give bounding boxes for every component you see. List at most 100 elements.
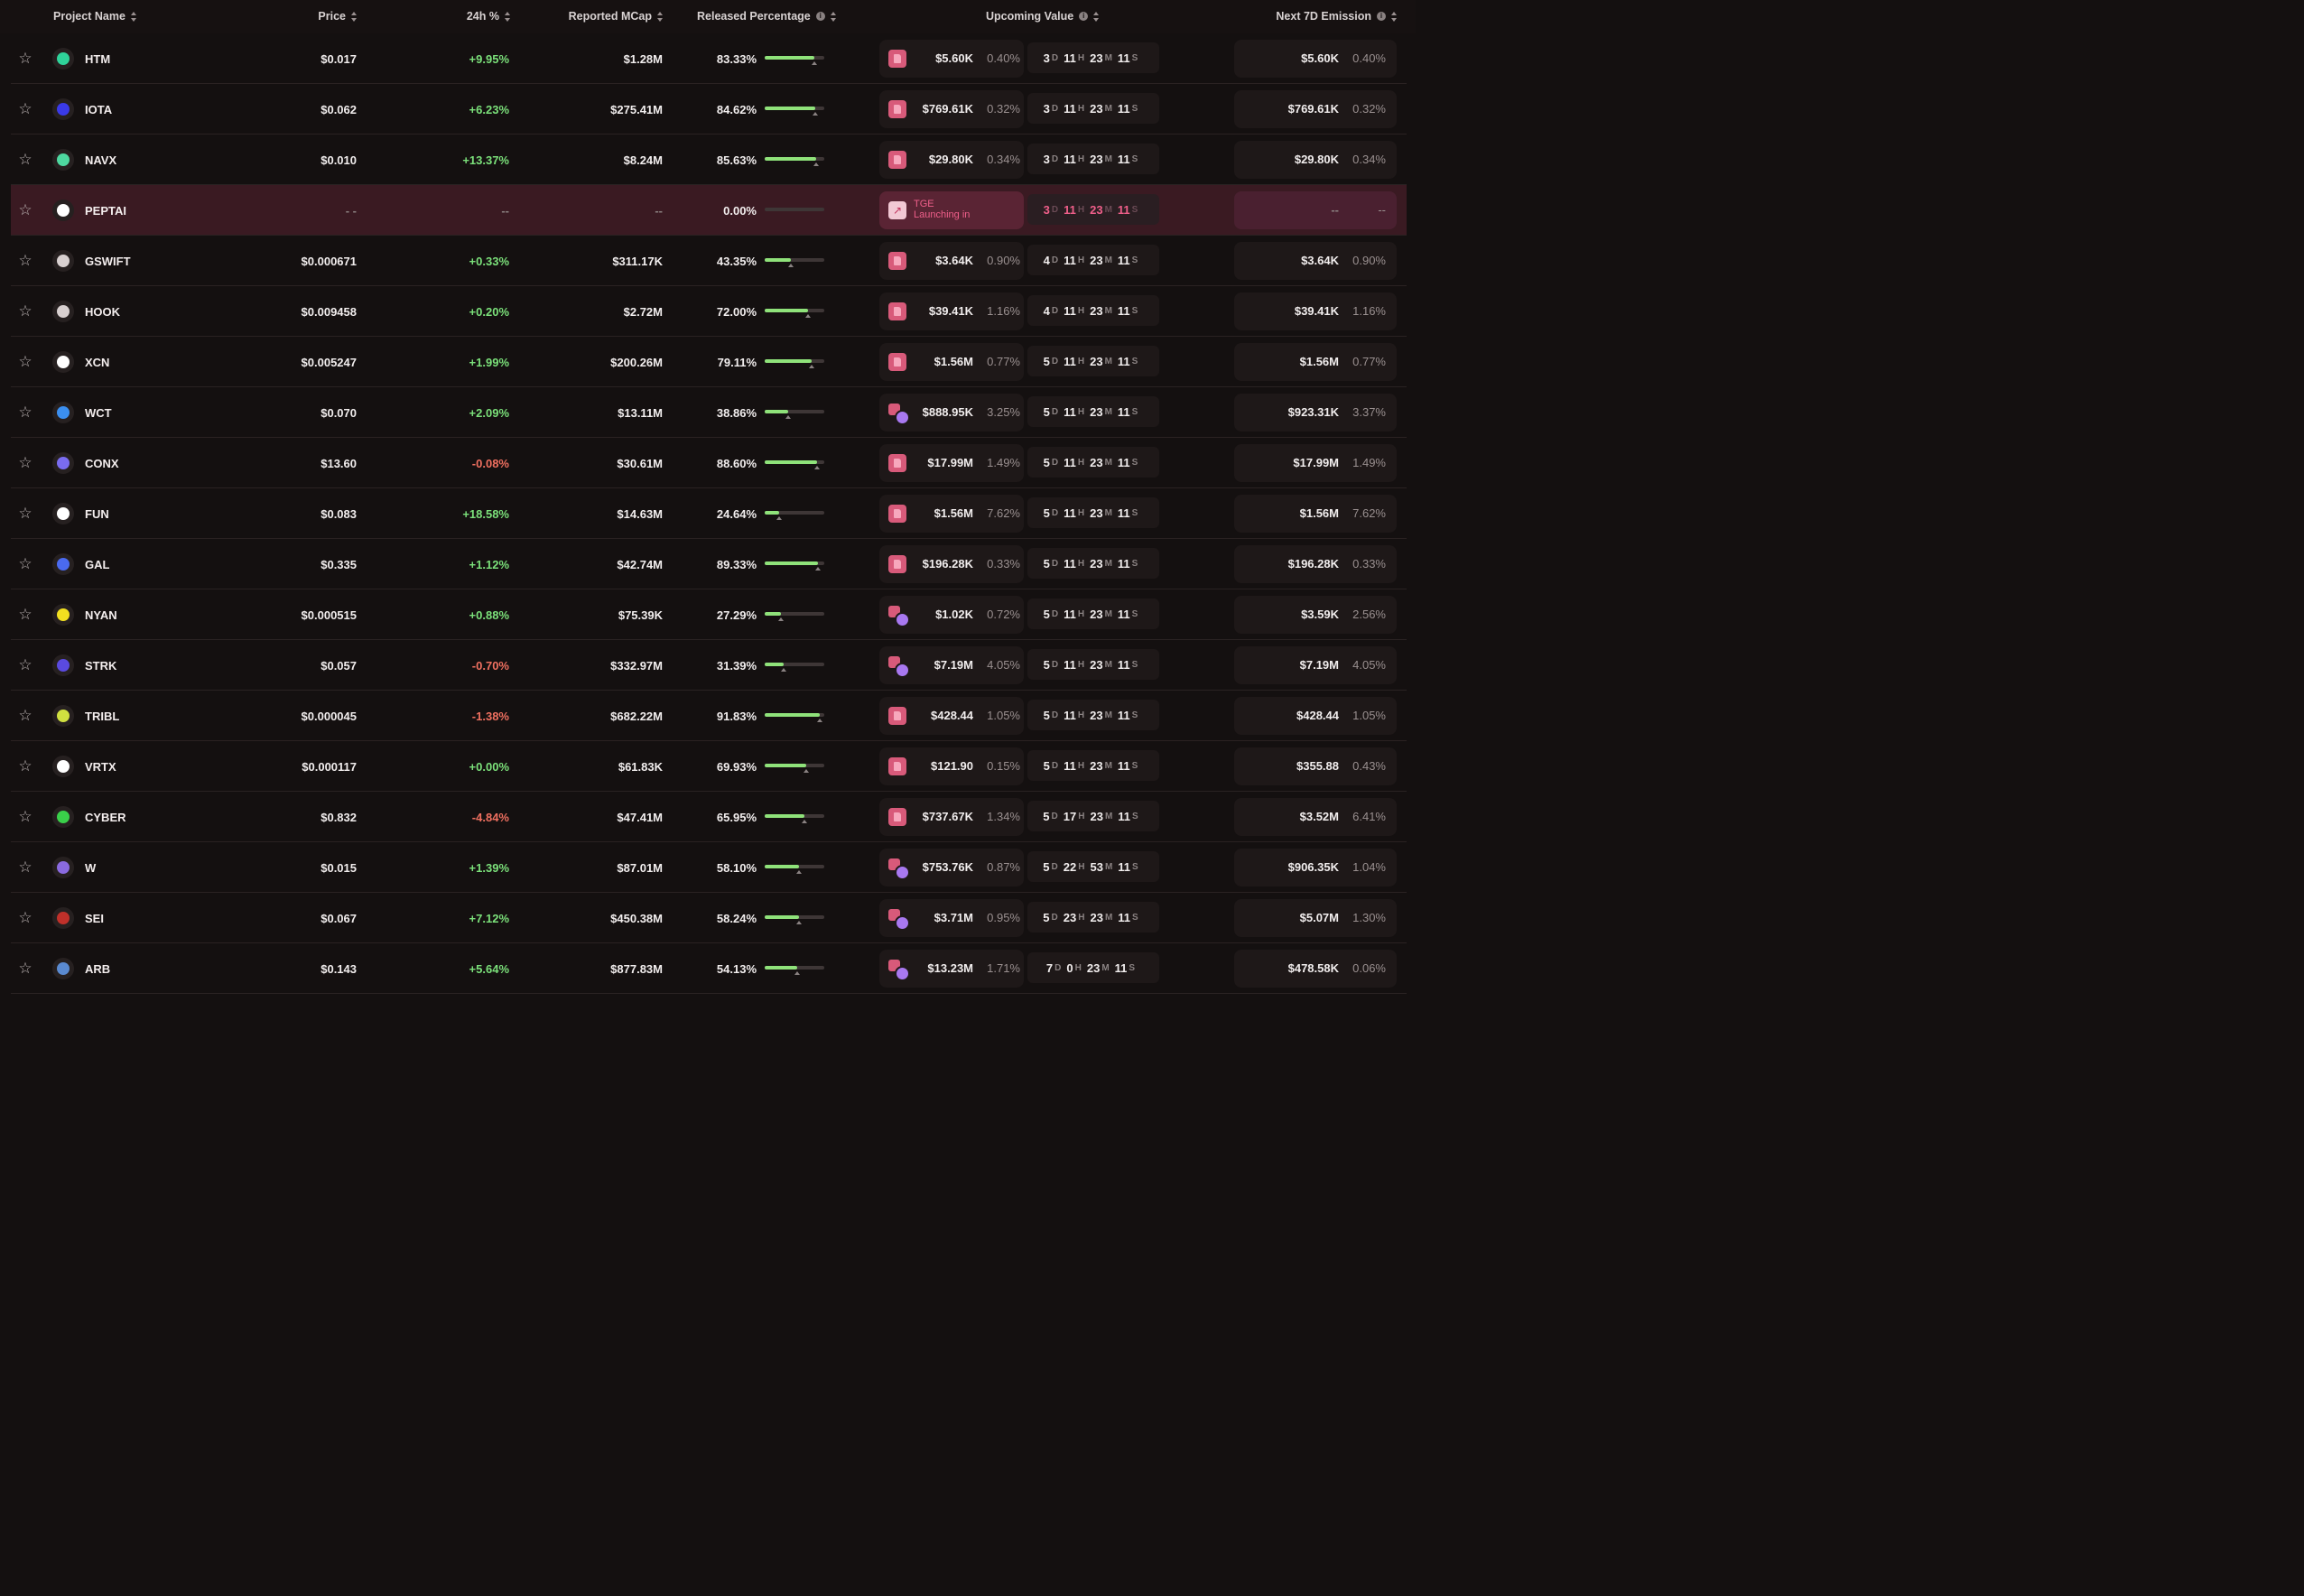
table-row[interactable]: ☆ GSWIFT $0.000671 +0.33% $311.17K 43.35% $3.6… <box>11 236 1407 286</box>
table-row[interactable]: ☆ TRIBL $0.000045 -1.38% $682.22M 91.83% $428.… <box>11 691 1407 741</box>
upcoming-value-box[interactable]: $1.56M 7.62% <box>879 495 1024 533</box>
favorite-star-icon[interactable]: ☆ <box>18 539 33 589</box>
upcoming-value-box[interactable]: $39.41K 1.16% <box>879 292 1024 330</box>
token-symbol[interactable]: HOOK <box>85 286 120 337</box>
sort-icon[interactable] <box>830 11 837 22</box>
next-7d-emission-box[interactable]: $5.60K 0.40% <box>1234 40 1397 78</box>
table-row[interactable]: ☆ CONX $13.60 -0.08% $30.61M 88.60% $17.99M 1.4… <box>11 438 1407 488</box>
favorite-star-icon[interactable]: ☆ <box>18 438 33 488</box>
next-7d-emission-box[interactable]: $428.44 1.05% <box>1234 697 1397 735</box>
upcoming-value-box[interactable]: $1.02K 0.72% <box>879 596 1024 634</box>
table-row[interactable]: ☆ SEI $0.067 +7.12% $450.38M 58.24% $3.71M 0.95… <box>11 893 1407 943</box>
table-row[interactable]: ☆ NAVX $0.010 +13.37% $8.24M 85.63% $29.80K 0.3… <box>11 135 1407 185</box>
upcoming-value-box[interactable]: $17.99M 1.49% <box>879 444 1024 482</box>
upcoming-value-box[interactable]: $753.76K 0.87% <box>879 849 1024 886</box>
token-symbol[interactable]: FUN <box>85 488 109 539</box>
table-row[interactable]: ☆ WCT $0.070 +2.09% $13.11M 38.86% $888.95K 3.2… <box>11 387 1407 438</box>
next-7d-emission-box[interactable]: $906.35K 1.04% <box>1234 849 1397 886</box>
token-symbol[interactable]: TRIBL <box>85 691 119 741</box>
upcoming-value-box[interactable]: $888.95K 3.25% <box>879 394 1024 431</box>
token-symbol[interactable]: ARB <box>85 943 110 994</box>
token-symbol[interactable]: CONX <box>85 438 119 488</box>
upcoming-value-box[interactable]: $5.60K 0.40% <box>879 40 1024 78</box>
favorite-star-icon[interactable]: ☆ <box>18 589 33 640</box>
favorite-star-icon[interactable]: ☆ <box>18 943 33 994</box>
token-symbol[interactable]: NYAN <box>85 589 117 640</box>
favorite-star-icon[interactable]: ☆ <box>18 84 33 135</box>
upcoming-value-box[interactable]: $29.80K 0.34% <box>879 141 1024 179</box>
next-7d-emission-box[interactable]: $196.28K 0.33% <box>1234 545 1397 583</box>
table-row[interactable]: ☆ HOOK $0.009458 +0.20% $2.72M 72.00% $39.41K 1… <box>11 286 1407 337</box>
favorite-star-icon[interactable]: ☆ <box>18 33 33 84</box>
next-7d-emission-box[interactable]: $3.64K 0.90% <box>1234 242 1397 280</box>
token-symbol[interactable]: W <box>85 842 96 893</box>
next-7d-emission-box[interactable]: $769.61K 0.32% <box>1234 90 1397 128</box>
favorite-star-icon[interactable]: ☆ <box>18 236 33 286</box>
favorite-star-icon[interactable]: ☆ <box>18 691 33 741</box>
upcoming-value-box[interactable]: $737.67K 1.34% <box>879 798 1024 836</box>
favorite-star-icon[interactable]: ☆ <box>18 286 33 337</box>
sort-icon[interactable] <box>657 11 664 22</box>
token-symbol[interactable]: STRK <box>85 640 116 691</box>
sort-icon[interactable] <box>1391 11 1398 22</box>
table-row[interactable]: ☆ PEPTAI - - -- -- 0.00% ↗ TGE Launching in 3 D 11 H… <box>11 185 1407 236</box>
token-symbol[interactable]: HTM <box>85 33 110 84</box>
col-next-7d-emission[interactable]: Next 7D Emission i <box>1246 10 1398 23</box>
col-24h-change[interactable]: 24h % <box>415 10 511 23</box>
upcoming-value-box[interactable]: ↗ TGE Launching in <box>879 191 1024 229</box>
next-7d-emission-box[interactable]: $17.99M 1.49% <box>1234 444 1397 482</box>
col-price[interactable]: Price <box>271 10 358 23</box>
sort-icon[interactable] <box>1093 11 1100 22</box>
token-symbol[interactable]: GAL <box>85 539 109 589</box>
favorite-star-icon[interactable]: ☆ <box>18 741 33 792</box>
favorite-star-icon[interactable]: ☆ <box>18 387 33 438</box>
next-7d-emission-box[interactable]: $3.59K 2.56% <box>1234 596 1397 634</box>
next-7d-emission-box[interactable]: $355.88 0.43% <box>1234 747 1397 785</box>
upcoming-value-box[interactable]: $428.44 1.05% <box>879 697 1024 735</box>
token-symbol[interactable]: NAVX <box>85 135 116 185</box>
table-row[interactable]: ☆ VRTX $0.000117 +0.00% $61.83K 69.93% $121.90… <box>11 741 1407 792</box>
upcoming-value-box[interactable]: $13.23M 1.71% <box>879 950 1024 988</box>
info-icon[interactable]: i <box>815 12 825 21</box>
table-row[interactable]: ☆ ARB $0.143 +5.64% $877.83M 54.13% $13.23M 1.7… <box>11 943 1407 994</box>
upcoming-value-box[interactable]: $3.71M 0.95% <box>879 899 1024 937</box>
table-row[interactable]: ☆ W $0.015 +1.39% $87.01M 58.10% $753.76K 0.87%… <box>11 842 1407 893</box>
favorite-star-icon[interactable]: ☆ <box>18 640 33 691</box>
info-icon[interactable]: i <box>1377 12 1386 21</box>
sort-icon[interactable] <box>505 11 511 22</box>
token-symbol[interactable]: CYBER <box>85 792 126 842</box>
token-symbol[interactable]: IOTA <box>85 84 112 135</box>
table-row[interactable]: ☆ IOTA $0.062 +6.23% $275.41M 84.62% $769.61K 0… <box>11 84 1407 135</box>
upcoming-value-box[interactable]: $3.64K 0.90% <box>879 242 1024 280</box>
token-symbol[interactable]: WCT <box>85 387 112 438</box>
table-row[interactable]: ☆ STRK $0.057 -0.70% $332.97M 31.39% $7.19M 4.0… <box>11 640 1407 691</box>
favorite-star-icon[interactable]: ☆ <box>18 185 33 236</box>
next-7d-emission-box[interactable]: $39.41K 1.16% <box>1234 292 1397 330</box>
favorite-star-icon[interactable]: ☆ <box>18 842 33 893</box>
table-row[interactable]: ☆ HTM $0.017 +9.95% $1.28M 83.33% $5.60K 0.40% 3… <box>11 33 1407 84</box>
upcoming-value-box[interactable]: $121.90 0.15% <box>879 747 1024 785</box>
upcoming-value-box[interactable]: $196.28K 0.33% <box>879 545 1024 583</box>
upcoming-value-box[interactable]: $769.61K 0.32% <box>879 90 1024 128</box>
token-symbol[interactable]: VRTX <box>85 741 116 792</box>
next-7d-emission-box[interactable]: $478.58K 0.06% <box>1234 950 1397 988</box>
table-row[interactable]: ☆ NYAN $0.000515 +0.88% $75.39K 27.29% $1.02K 0… <box>11 589 1407 640</box>
favorite-star-icon[interactable]: ☆ <box>18 337 33 387</box>
token-symbol[interactable]: GSWIFT <box>85 236 131 286</box>
col-upcoming-value[interactable]: Upcoming Value i <box>986 10 1100 23</box>
favorite-star-icon[interactable]: ☆ <box>18 792 33 842</box>
next-7d-emission-box[interactable]: $7.19M 4.05% <box>1234 646 1397 684</box>
token-symbol[interactable]: PEPTAI <box>85 185 126 236</box>
upcoming-value-box[interactable]: $7.19M 4.05% <box>879 646 1024 684</box>
next-7d-emission-box[interactable]: -- -- <box>1234 191 1397 229</box>
token-symbol[interactable]: XCN <box>85 337 109 387</box>
next-7d-emission-box[interactable]: $5.07M 1.30% <box>1234 899 1397 937</box>
next-7d-emission-box[interactable]: $3.52M 6.41% <box>1234 798 1397 836</box>
upcoming-value-box[interactable]: $1.56M 0.77% <box>879 343 1024 381</box>
favorite-star-icon[interactable]: ☆ <box>18 488 33 539</box>
favorite-star-icon[interactable]: ☆ <box>18 893 33 943</box>
next-7d-emission-box[interactable]: $1.56M 7.62% <box>1234 495 1397 533</box>
sort-icon[interactable] <box>351 11 358 22</box>
table-row[interactable]: ☆ XCN $0.005247 +1.99% $200.26M 79.11% $1.56M 0… <box>11 337 1407 387</box>
favorite-star-icon[interactable]: ☆ <box>18 135 33 185</box>
